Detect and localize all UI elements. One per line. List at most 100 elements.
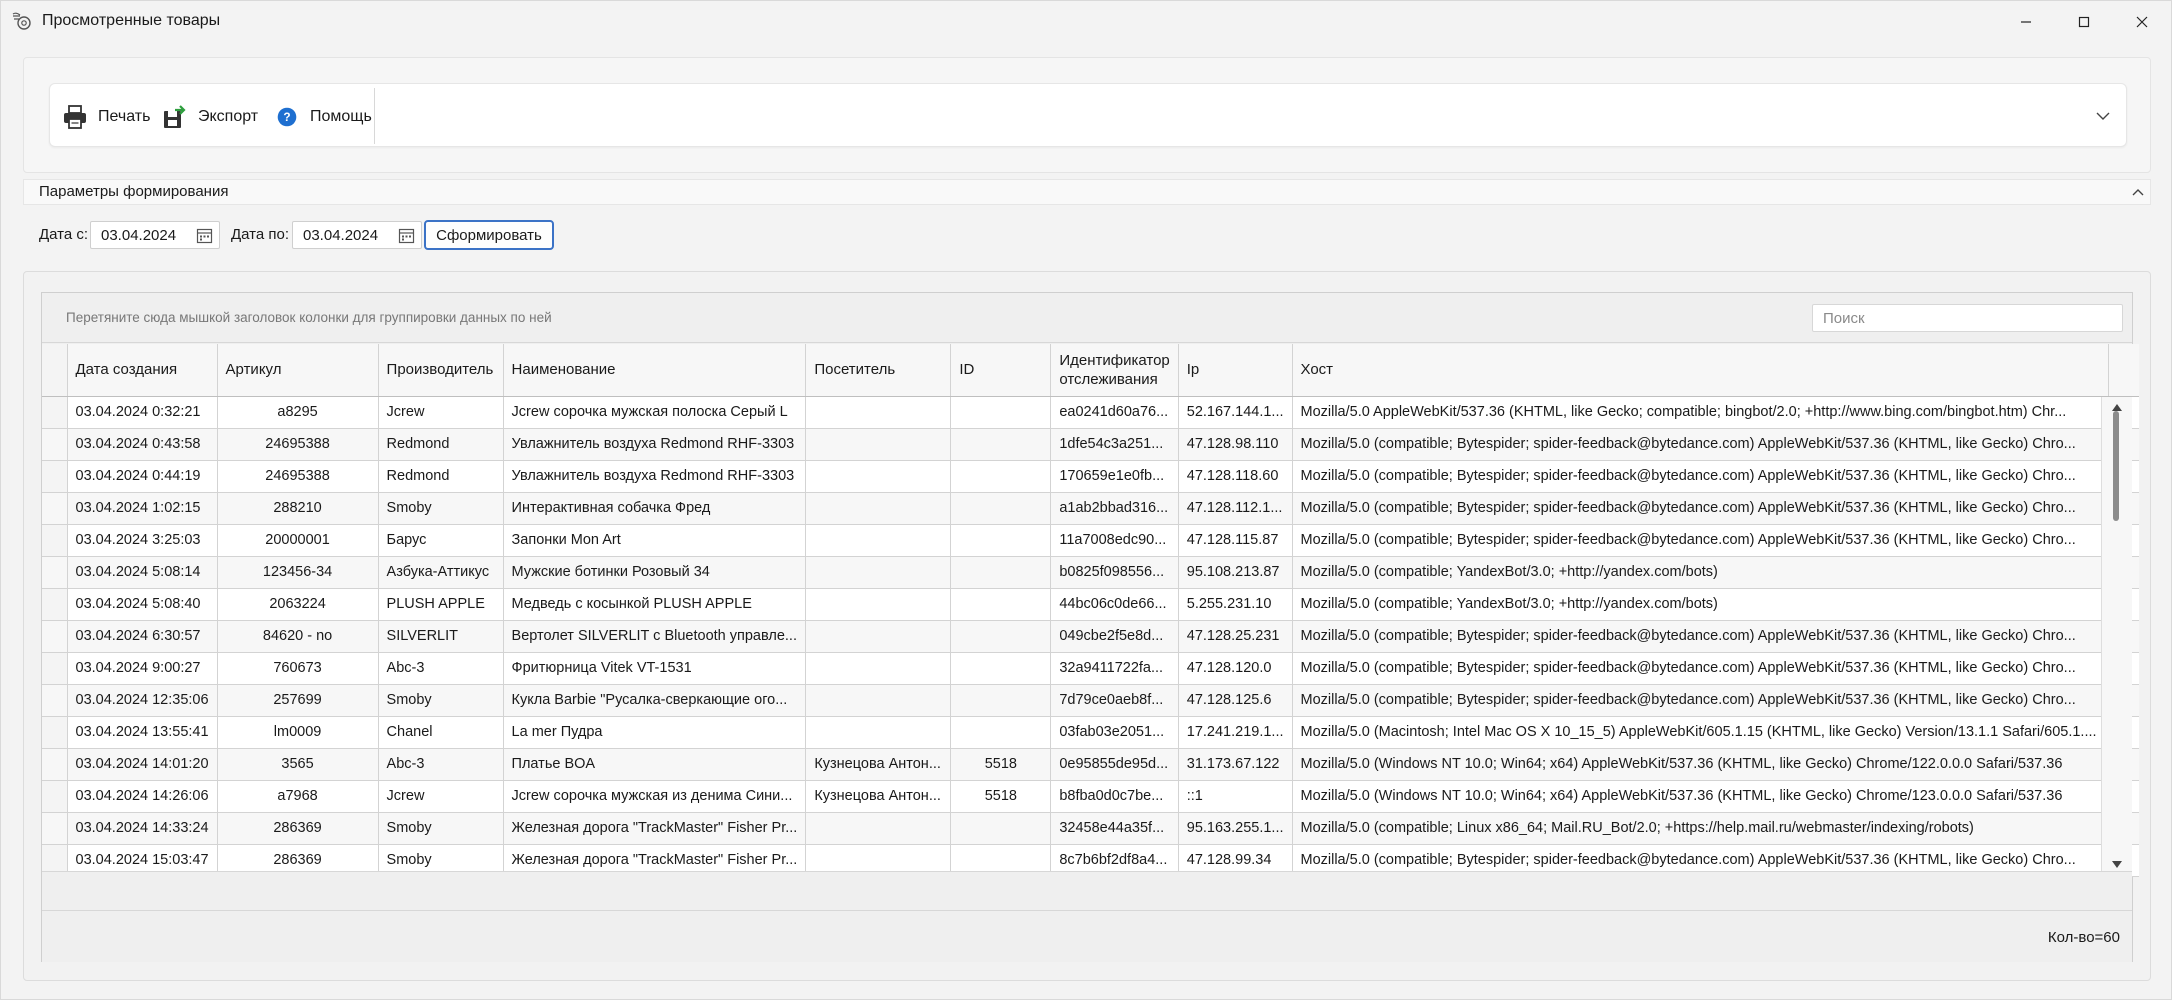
calendar-icon[interactable] <box>196 227 213 244</box>
table-cell[interactable]: 123456-34 <box>217 556 379 589</box>
table-cell[interactable]: 286369 <box>217 812 379 845</box>
table-cell[interactable]: 760673 <box>217 652 379 685</box>
close-button[interactable] <box>2113 1 2171 43</box>
column-header-tracking-id[interactable]: Идентификатор отслеживания <box>1050 344 1179 397</box>
table-cell[interactable]: Запонки Mon Art <box>503 524 807 557</box>
table-cell[interactable]: 5518 <box>950 748 1052 781</box>
row-indicator[interactable] <box>42 524 68 557</box>
table-cell[interactable]: Redmond <box>378 460 504 493</box>
table-cell[interactable]: Барус <box>378 524 504 557</box>
table-cell[interactable]: Smoby <box>378 492 504 525</box>
table-row[interactable]: 03.04.2024 12:35:06 257699 Smoby Кукла Barb… <box>42 684 2139 717</box>
table-cell[interactable]: b8fba0d0c7be... <box>1050 780 1179 813</box>
table-cell[interactable]: 170659e1e0fb... <box>1050 460 1179 493</box>
table-cell[interactable] <box>805 524 952 557</box>
table-cell[interactable]: 03.04.2024 5:08:14 <box>67 556 218 589</box>
table-cell[interactable]: 47.128.125.6 <box>1178 684 1293 717</box>
table-cell[interactable]: Mozilla/5.0 (compatible; Bytespider; spi… <box>1292 684 2109 717</box>
table-cell[interactable] <box>950 460 1052 493</box>
table-cell[interactable]: PLUSH APPLE <box>378 588 504 621</box>
table-cell[interactable] <box>805 716 952 749</box>
table-cell[interactable]: Интерактивная собачка Фред <box>503 492 807 525</box>
table-cell[interactable]: 03.04.2024 0:44:19 <box>67 460 218 493</box>
date-from-field[interactable]: 03.04.2024 <box>90 221 220 249</box>
table-cell[interactable]: 03.04.2024 3:25:03 <box>67 524 218 557</box>
table-cell[interactable]: 32a9411722fa... <box>1050 652 1179 685</box>
table-cell[interactable] <box>805 396 952 429</box>
help-button[interactable]: ? Помощь <box>274 102 372 132</box>
column-header-name[interactable]: Наименование <box>503 344 807 397</box>
table-cell[interactable]: 288210 <box>217 492 379 525</box>
table-cell[interactable]: b0825f098556... <box>1050 556 1179 589</box>
table-cell[interactable]: 47.128.112.1... <box>1178 492 1293 525</box>
table-cell[interactable]: Smoby <box>378 684 504 717</box>
table-row[interactable]: 03.04.2024 0:44:19 24695388 Redmond Увлажни… <box>42 460 2139 493</box>
row-indicator[interactable] <box>42 620 68 653</box>
scroll-up-arrow-icon[interactable] <box>2111 399 2123 411</box>
table-cell[interactable]: Железная дорога "TrackMaster" Fisher Pr.… <box>503 812 807 845</box>
table-cell[interactable]: 47.128.120.0 <box>1178 652 1293 685</box>
row-indicator[interactable] <box>42 588 68 621</box>
table-cell[interactable]: Mozilla/5.0 (compatible; YandexBot/3.0; … <box>1292 556 2109 589</box>
table-cell[interactable]: Mozilla/5.0 (compatible; Bytespider; spi… <box>1292 492 2109 525</box>
row-indicator[interactable] <box>42 812 68 845</box>
table-cell[interactable]: Увлажнитель воздуха Redmond RHF-3303 <box>503 428 807 461</box>
column-header-article[interactable]: Артикул <box>217 344 379 397</box>
table-cell[interactable]: 31.173.67.122 <box>1178 748 1293 781</box>
table-cell[interactable]: 03.04.2024 0:32:21 <box>67 396 218 429</box>
table-cell[interactable]: Вертолет SILVERLIT с Bluetooth управле..… <box>503 620 807 653</box>
table-cell[interactable]: 1dfe54c3a251... <box>1050 428 1179 461</box>
row-indicator[interactable] <box>42 748 68 781</box>
table-cell[interactable] <box>805 812 952 845</box>
print-button[interactable]: Печать <box>62 102 150 132</box>
table-cell[interactable]: 049cbe2f5e8d... <box>1050 620 1179 653</box>
table-cell[interactable]: 03.04.2024 5:08:40 <box>67 588 218 621</box>
row-indicator[interactable] <box>42 716 68 749</box>
table-cell[interactable]: 03.04.2024 14:01:20 <box>67 748 218 781</box>
table-cell[interactable]: 3565 <box>217 748 379 781</box>
table-cell[interactable] <box>805 620 952 653</box>
table-cell[interactable]: Mozilla/5.0 (Windows NT 10.0; Win64; x64… <box>1292 780 2109 813</box>
table-cell[interactable]: 03.04.2024 1:02:15 <box>67 492 218 525</box>
table-cell[interactable] <box>805 428 952 461</box>
splitter-grip-icon[interactable] <box>1077 172 1097 183</box>
column-header-manufacturer[interactable]: Производитель <box>378 344 504 397</box>
table-cell[interactable]: 95.163.255.1... <box>1178 812 1293 845</box>
search-input[interactable]: Поиск <box>1812 304 2123 332</box>
table-cell[interactable]: Увлажнитель воздуха Redmond RHF-3303 <box>503 460 807 493</box>
table-cell[interactable]: a7968 <box>217 780 379 813</box>
ribbon-expand-chevron-icon[interactable] <box>2094 108 2112 124</box>
table-cell[interactable]: Jcrew сорочка мужская полоска Серый L <box>503 396 807 429</box>
table-cell[interactable] <box>950 620 1052 653</box>
table-row[interactable]: 03.04.2024 3:25:03 20000001 Барус Запонки M… <box>42 524 2139 557</box>
table-cell[interactable]: 32458e44a35f... <box>1050 812 1179 845</box>
table-cell[interactable] <box>805 460 952 493</box>
table-cell[interactable] <box>950 524 1052 557</box>
table-cell[interactable]: 5.255.231.10 <box>1178 588 1293 621</box>
generate-report-button[interactable]: Сформировать <box>424 220 554 250</box>
table-cell[interactable]: Abc-3 <box>378 652 504 685</box>
table-cell[interactable]: Платье BOA <box>503 748 807 781</box>
table-cell[interactable]: Jcrew <box>378 396 504 429</box>
export-button[interactable]: Экспорт <box>162 102 258 132</box>
row-indicator[interactable] <box>42 396 68 429</box>
column-header-id[interactable]: ID <box>950 344 1052 397</box>
table-cell[interactable]: 47.128.115.87 <box>1178 524 1293 557</box>
table-row[interactable]: 03.04.2024 1:02:15 288210 Smoby Интерактивн… <box>42 492 2139 525</box>
table-cell[interactable]: Jcrew <box>378 780 504 813</box>
table-row[interactable]: 03.04.2024 5:08:40 2063224 PLUSH APPLE Медв… <box>42 588 2139 621</box>
table-cell[interactable]: Фритюрница Vitek VT-1531 <box>503 652 807 685</box>
table-cell[interactable] <box>950 652 1052 685</box>
table-row[interactable]: 03.04.2024 0:43:58 24695388 Redmond Увлажни… <box>42 428 2139 461</box>
table-row[interactable]: 03.04.2024 14:26:06 a7968 Jcrew Jcrew сороч… <box>42 780 2139 813</box>
table-cell[interactable]: Chanel <box>378 716 504 749</box>
table-cell[interactable] <box>950 812 1052 845</box>
table-cell[interactable] <box>950 716 1052 749</box>
table-cell[interactable]: a1ab2bbad316... <box>1050 492 1179 525</box>
table-cell[interactable] <box>950 492 1052 525</box>
table-cell[interactable]: Mozilla/5.0 AppleWebKit/537.36 (KHTML, l… <box>1292 396 2109 429</box>
date-to-field[interactable]: 03.04.2024 <box>292 221 422 249</box>
maximize-button[interactable] <box>2055 1 2113 43</box>
table-cell[interactable]: 03.04.2024 12:35:06 <box>67 684 218 717</box>
table-cell[interactable]: Mozilla/5.0 (compatible; Bytespider; spi… <box>1292 652 2109 685</box>
